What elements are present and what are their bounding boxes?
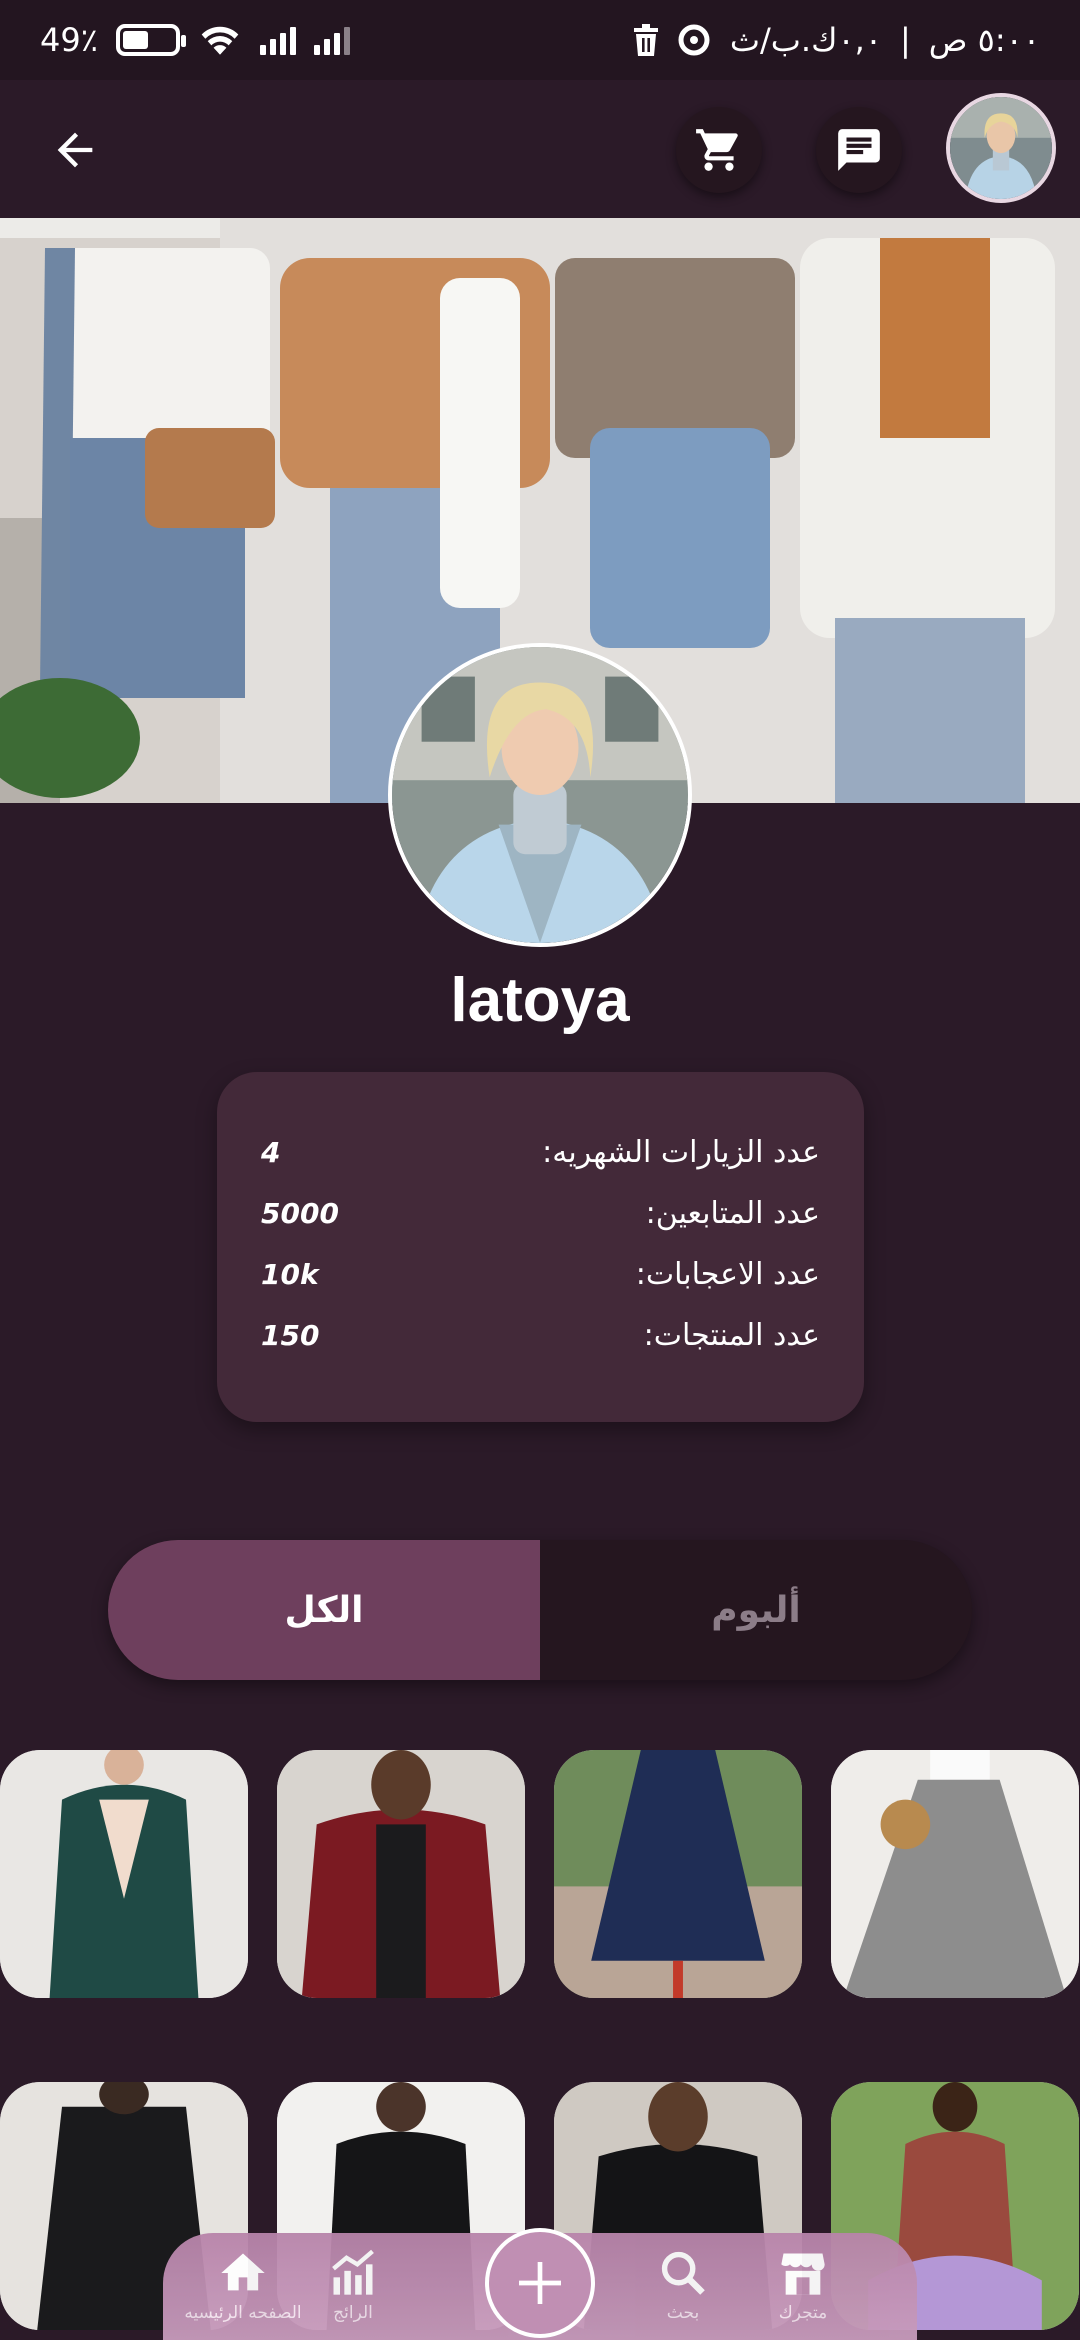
product-tile[interactable] (0, 1750, 248, 1998)
app-bar (0, 80, 1080, 218)
status-left: 49٪ (40, 21, 350, 59)
product-tile[interactable] (554, 1750, 802, 1998)
nav-item-search[interactable]: بحث (623, 2247, 743, 2337)
trash-icon (633, 24, 658, 56)
stat-value: 10k (261, 1258, 319, 1291)
tab-all[interactable]: الكل (108, 1540, 540, 1680)
nav-item-trending[interactable]: الرائج (293, 2247, 413, 2337)
arrow-back-icon (57, 132, 93, 168)
avatar-image (950, 97, 1052, 199)
battery-fill (122, 31, 149, 49)
product-tile[interactable] (277, 1750, 525, 1998)
stat-value: 150 (261, 1319, 320, 1352)
stat-label: عدد الاعجابات: (635, 1257, 820, 1292)
signal-icon-2 (313, 25, 350, 55)
stat-value: 5000 (261, 1197, 339, 1230)
chat-button[interactable] (816, 107, 902, 193)
status-right: ٠,٠ك.ب/ث | ٥:٠٠ ص (632, 21, 1040, 59)
profile-username: latoya (450, 966, 630, 1035)
content-tabs: الكل ألبوم (108, 1540, 972, 1680)
top-avatar[interactable] (946, 93, 1056, 203)
profile-avatar-image (392, 647, 688, 943)
separator: | (900, 21, 911, 59)
trending-chart-icon (332, 2249, 374, 2295)
plus-icon (519, 2262, 561, 2304)
battery-icon (115, 24, 186, 56)
stat-row-monthly-visits: 4 عدد الزيارات الشهريه: (261, 1122, 820, 1183)
add-button[interactable] (485, 2228, 595, 2338)
battery-percent: 49٪ (40, 21, 98, 59)
home-icon (221, 2253, 265, 2291)
nav-label-trending: الرائج (333, 2303, 373, 2323)
signal-icon-1 (259, 25, 296, 55)
profile-avatar[interactable] (388, 643, 692, 947)
nav-item-store[interactable]: متجرك (743, 2247, 863, 2337)
product-tile[interactable] (831, 1750, 1079, 1998)
back-button[interactable] (40, 115, 110, 185)
chat-icon (838, 129, 880, 171)
clock: ٥:٠٠ ص (928, 21, 1040, 59)
nav-label-store: متجرك (778, 2303, 828, 2323)
stat-row-likes: 10k عدد الاعجابات: (261, 1244, 820, 1305)
nav-label-home: الصفحه الرئيسيه (184, 2303, 302, 2323)
stat-row-followers: 5000 عدد المتابعين: (261, 1183, 820, 1244)
status-bar: 49٪ ٠,٠ك.ب/ث | ٥:٠٠ ص (0, 0, 1080, 80)
data-saver-icon (678, 24, 710, 56)
stat-row-products: 150 عدد المنتجات: (261, 1305, 820, 1366)
stat-label: عدد المنتجات: (643, 1318, 820, 1353)
store-icon (781, 2253, 825, 2295)
wifi-icon (201, 26, 239, 55)
tab-album[interactable]: ألبوم (540, 1540, 972, 1680)
stat-label: عدد الزيارات الشهريه: (542, 1135, 820, 1170)
cart-icon (696, 129, 738, 171)
stat-label: عدد المتابعين: (645, 1196, 820, 1231)
stat-value: 4 (261, 1136, 281, 1169)
data-speed: ٠,٠ك.ب/ث (729, 21, 883, 59)
cart-button[interactable] (676, 107, 762, 193)
nav-label-search: بحث (666, 2303, 700, 2323)
stats-card: 4 عدد الزيارات الشهريه: 5000 عدد المتابع… (217, 1072, 864, 1422)
search-icon (661, 2251, 705, 2295)
